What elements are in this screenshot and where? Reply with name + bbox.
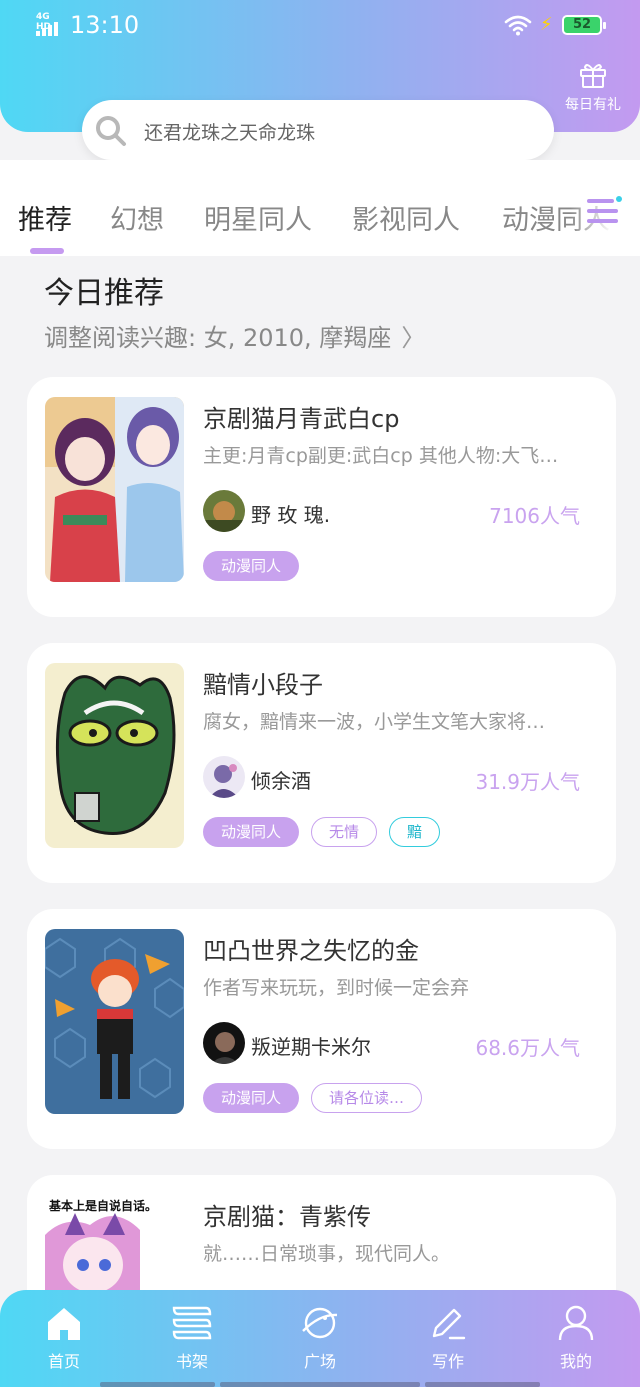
tag-list: 动漫同人: [203, 551, 300, 581]
category-tabs: 推荐 幻想 明星同人 影视同人 动漫同人: [0, 160, 640, 256]
search-bar[interactable]: 还君龙珠之天命龙珠: [82, 100, 554, 160]
tag-list: 动漫同人 请各位读…: [203, 1083, 423, 1113]
author-avatar[interactable]: [203, 756, 245, 798]
gift-icon: [580, 64, 606, 88]
author-avatar[interactable]: [203, 1022, 245, 1064]
tag[interactable]: 动漫同人: [203, 817, 300, 847]
search-placeholder: 还君龙珠之天命龙珠: [144, 122, 316, 144]
nav-write[interactable]: 写作: [403, 1304, 493, 1372]
interest-text: 调整阅读兴趣: 女, 2010, 摩羯座: [44, 324, 392, 352]
author-name: 倾余酒: [251, 769, 311, 793]
nav-square[interactable]: 广场: [275, 1304, 365, 1372]
tag[interactable]: 动漫同人: [203, 551, 300, 581]
nav-bookshelf[interactable]: 书架: [147, 1304, 237, 1372]
book-cover[interactable]: [45, 663, 184, 848]
nav-profile-label: 我的: [559, 1352, 592, 1371]
nav-profile[interactable]: 我的: [531, 1304, 621, 1372]
status-bar: 4G HD 13:10 ⚡ 52: [0, 0, 640, 50]
home-indicator: [100, 1382, 215, 1387]
tag-list: 动漫同人 无情 黯: [203, 817, 441, 847]
tab-film-fanfic[interactable]: 影视同人: [352, 198, 460, 237]
book-description: 腐女，黯情来一波，小学生文笔大家将…: [203, 711, 546, 733]
book-title: 凹凸世界之失忆的金: [203, 937, 419, 965]
author-name: 野 玫 瑰.: [251, 503, 331, 527]
book-description: 作者写来玩玩，到时候一定会弃: [203, 977, 470, 999]
book-card[interactable]: 京剧猫月青武白cp 主更:月青cp副更:武白cp 其他人物:大飞… 野 玫 瑰.…: [27, 377, 616, 617]
section-title: 今日推荐: [44, 276, 164, 311]
popularity-count: 7106人气: [489, 504, 580, 528]
book-title: 黯情小段子: [203, 671, 323, 699]
tag[interactable]: 黯: [389, 817, 441, 847]
tab-celebrity-fanfic[interactable]: 明星同人: [204, 198, 312, 237]
tag[interactable]: 无情: [311, 817, 378, 847]
nav-write-label: 写作: [431, 1352, 464, 1371]
popularity-count: 68.6万人气: [475, 1036, 580, 1060]
author-avatar[interactable]: [203, 490, 245, 532]
planet-icon: [302, 1307, 338, 1339]
bottom-navigation: 首页 书架 广场 写作 我的: [0, 1290, 640, 1387]
interest-settings-link[interactable]: 调整阅读兴趣: 女, 2010, 摩羯座〉: [44, 318, 425, 353]
nav-square-label: 广场: [303, 1352, 336, 1371]
tag[interactable]: 请各位读…: [311, 1083, 423, 1113]
tab-fantasy[interactable]: 幻想: [110, 198, 164, 237]
popularity-count: 31.9万人气: [475, 770, 580, 794]
home-indicator: [220, 1382, 420, 1387]
home-icon: [48, 1308, 80, 1340]
book-title: 京剧猫月青武白cp: [203, 405, 400, 433]
battery-icon: 52: [562, 15, 606, 35]
book-card[interactable]: 凹凸世界之失忆的金 作者写来玩玩，到时候一定会弃 叛逆期卡米尔 68.6万人气 …: [27, 909, 616, 1149]
nav-bookshelf-label: 书架: [175, 1352, 208, 1371]
home-indicator: [425, 1382, 540, 1387]
tag[interactable]: 动漫同人: [203, 1083, 300, 1113]
charging-icon: ⚡: [540, 14, 553, 35]
gift-label: 每日有礼: [565, 97, 621, 113]
nav-home-label: 首页: [47, 1352, 80, 1371]
tab-recommend[interactable]: 推荐: [18, 198, 72, 237]
book-cover[interactable]: [45, 397, 184, 582]
active-tab-indicator: [30, 248, 64, 254]
signal-icon: 4G HD: [36, 12, 64, 36]
author-name: 叛逆期卡米尔: [251, 1035, 371, 1059]
book-description: 主更:月青cp副更:武白cp 其他人物:大飞…: [203, 445, 559, 467]
status-time: 13:10: [70, 11, 140, 39]
book-card[interactable]: 黯情小段子 腐女，黯情来一波，小学生文笔大家将… 倾余酒 31.9万人气 动漫同…: [27, 643, 616, 883]
pen-icon: [432, 1308, 466, 1340]
nav-home[interactable]: 首页: [19, 1304, 109, 1372]
chevron-right-icon: 〉: [401, 324, 426, 352]
book-title: 京剧猫：青紫传: [203, 1203, 371, 1231]
book-description: 就……日常琐事，现代同人。: [203, 1243, 451, 1265]
cover-caption: 基本上是自说自话。: [49, 1199, 158, 1213]
category-menu-icon[interactable]: [586, 195, 622, 227]
user-icon: [558, 1305, 594, 1341]
search-icon: [96, 116, 126, 146]
book-cover[interactable]: [45, 929, 184, 1114]
bookshelf-icon: [172, 1306, 212, 1340]
wifi-icon: [504, 15, 532, 36]
daily-gift-button[interactable]: 每日有礼: [560, 62, 626, 114]
